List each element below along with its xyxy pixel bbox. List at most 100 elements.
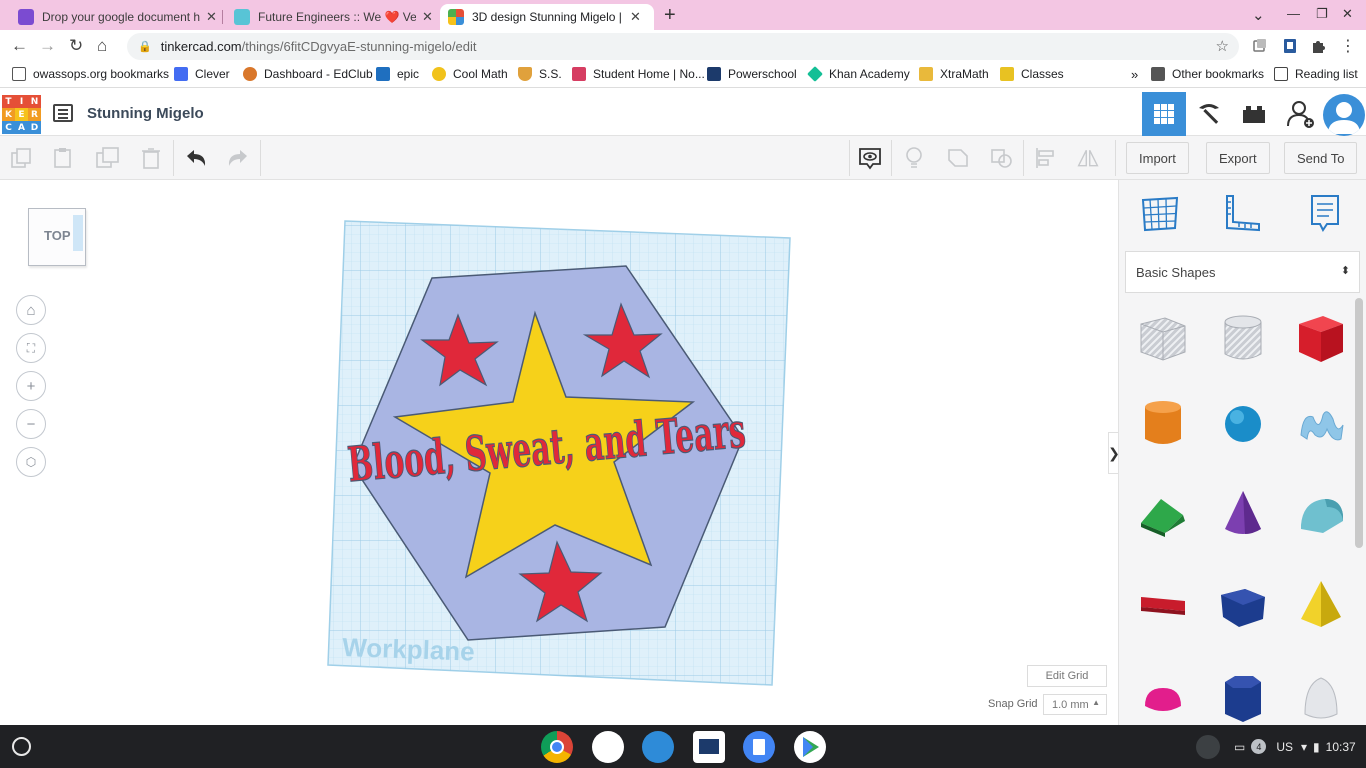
- puzzle-extensions-icon[interactable]: [1310, 38, 1326, 54]
- tab-title: Future Engineers :: We ❤️ Veterans: [258, 10, 416, 24]
- copy-icon[interactable]: [9, 146, 33, 170]
- play-store-icon[interactable]: [794, 731, 826, 763]
- logo-letter: D: [28, 121, 41, 134]
- bookmark-epic[interactable]: epic: [376, 67, 419, 81]
- address-bar[interactable]: 🔒 tinkercad.com/things/6fitCDgvyaE-stunn…: [127, 33, 1239, 60]
- phone-hub-icon[interactable]: [1196, 734, 1220, 759]
- 3d-design-view-button[interactable]: [1142, 92, 1186, 136]
- ruler-tool-icon[interactable]: [1219, 192, 1263, 236]
- redo-icon[interactable]: [226, 146, 250, 170]
- bookmark-star-icon[interactable]: ☆: [1216, 37, 1229, 55]
- design-title[interactable]: Stunning Migelo: [87, 105, 204, 122]
- ungroup-icon[interactable]: [990, 146, 1014, 170]
- bookmark-edclub[interactable]: Dashboard - EdClub: [243, 67, 373, 81]
- mirror-icon[interactable]: [1076, 146, 1100, 170]
- chrome-menu-icon[interactable]: ⋮: [1340, 36, 1356, 56]
- tab-future-engineers[interactable]: Future Engineers :: We ❤️ Veterans ✕: [226, 4, 441, 30]
- bookmark-ss[interactable]: S.S.: [518, 67, 562, 81]
- extension-icon[interactable]: [1252, 38, 1268, 54]
- panel-scrollbar[interactable]: [1355, 298, 1363, 548]
- round-roof-shape[interactable]: [1293, 485, 1349, 541]
- avatar[interactable]: [1323, 94, 1365, 136]
- align-icon[interactable]: [1034, 146, 1058, 170]
- close-icon[interactable]: ✕: [630, 9, 641, 25]
- bookmark-cool-math[interactable]: Cool Math: [432, 67, 508, 81]
- app-icon[interactable]: [592, 731, 624, 763]
- epic-icon: [376, 67, 390, 81]
- group-icon[interactable]: [946, 146, 970, 170]
- status-area[interactable]: ▭ 4 US ▾ ▮ 10:37: [1196, 731, 1356, 762]
- eye-app-icon[interactable]: [642, 731, 674, 763]
- bookmark-label: S.S.: [539, 67, 562, 81]
- export-button[interactable]: Export: [1206, 142, 1270, 174]
- cylinder-hole-shape[interactable]: [1215, 310, 1271, 366]
- google-docs-icon[interactable]: [743, 731, 775, 763]
- home-icon[interactable]: ⌂: [97, 36, 107, 56]
- blocks-view-button[interactable]: [1187, 92, 1231, 136]
- bookmark-label: Clever: [195, 67, 230, 81]
- design-list-icon[interactable]: [53, 104, 73, 122]
- app-icon[interactable]: [693, 731, 725, 763]
- box-hole-shape[interactable]: [1135, 310, 1191, 366]
- new-tab-button[interactable]: +: [664, 4, 676, 27]
- send-to-button[interactable]: Send To: [1284, 142, 1358, 174]
- sphere-shape[interactable]: [1215, 395, 1271, 451]
- import-button[interactable]: Import: [1126, 142, 1189, 174]
- close-window-button[interactable]: ✕: [1342, 6, 1353, 22]
- roof-shape[interactable]: [1135, 485, 1191, 541]
- add-user-button[interactable]: [1279, 92, 1323, 136]
- duplicate-icon[interactable]: [96, 146, 120, 170]
- bookmark-student-home[interactable]: Student Home | No...: [572, 67, 705, 81]
- paste-icon[interactable]: [51, 146, 75, 170]
- forward-arrow-icon[interactable]: →: [39, 36, 56, 56]
- launcher-button[interactable]: [12, 737, 31, 756]
- bookmark-classes[interactable]: Classes: [1000, 67, 1064, 81]
- workplane-tool-icon[interactable]: [1139, 192, 1183, 236]
- tab-drop-document[interactable]: Drop your google document here ✕: [10, 4, 225, 30]
- close-icon[interactable]: ✕: [206, 9, 217, 25]
- scribble-shape[interactable]: [1293, 395, 1349, 451]
- notes-tool-icon[interactable]: [1303, 192, 1347, 236]
- minimize-button[interactable]: —: [1287, 6, 1300, 21]
- bookmark-khan-academy[interactable]: Khan Academy: [807, 66, 910, 82]
- bookmark-owassops[interactable]: owassops.org bookmarks: [12, 67, 169, 81]
- polygon-shape[interactable]: [1215, 575, 1271, 631]
- reload-icon[interactable]: ↻: [69, 36, 83, 56]
- half-sphere-shape[interactable]: [1135, 670, 1191, 725]
- trash-icon[interactable]: [139, 146, 163, 170]
- bookmark-xtramath[interactable]: XtraMath: [919, 67, 989, 81]
- snap-grid-select[interactable]: 1.0 mm ▲: [1043, 694, 1107, 715]
- tab-tinkercad[interactable]: 3D design Stunning Migelo | Tinkercad ✕: [440, 4, 654, 30]
- pyramid-shape[interactable]: [1293, 575, 1349, 631]
- reading-list[interactable]: Reading list: [1274, 67, 1358, 81]
- box-shape[interactable]: [1293, 310, 1349, 366]
- cone-shape[interactable]: [1215, 485, 1271, 541]
- tab-search-icon[interactable]: ⌄: [1252, 6, 1265, 24]
- shape-category-select[interactable]: Basic Shapes ⬍: [1125, 251, 1360, 293]
- bookmarks-overflow-button[interactable]: »: [1131, 67, 1138, 82]
- workplane-viewport[interactable]: TOP ⌂ ⛶ + − ⬡ Workplane Blood, Sweat, an…: [0, 180, 1120, 725]
- lightbulb-icon[interactable]: [902, 146, 926, 170]
- bookmark-clever[interactable]: Clever: [174, 67, 230, 81]
- cylinder-shape[interactable]: [1135, 395, 1191, 451]
- other-bookmarks[interactable]: Other bookmarks: [1151, 67, 1264, 81]
- extension-icon[interactable]: [1282, 38, 1298, 54]
- tinkercad-logo[interactable]: T I N K E R C A D: [2, 95, 41, 134]
- close-icon[interactable]: ✕: [422, 9, 433, 25]
- back-arrow-icon[interactable]: ←: [11, 36, 28, 56]
- chrome-app-icon[interactable]: [541, 731, 573, 763]
- workplane-scene[interactable]: Workplane Blood, Sweat, and Tears: [0, 180, 1118, 725]
- restore-button[interactable]: ❐: [1316, 6, 1328, 22]
- text-shape[interactable]: [1135, 575, 1191, 631]
- bookmark-powerschool[interactable]: Powerschool: [707, 67, 797, 81]
- hexagonal-prism-shape[interactable]: [1215, 670, 1271, 725]
- show-all-icon[interactable]: [858, 146, 882, 170]
- edit-grid-button[interactable]: Edit Grid: [1027, 665, 1107, 687]
- logo-letter: K: [2, 108, 15, 121]
- bricks-view-button[interactable]: [1232, 92, 1276, 136]
- bookmark-label: Khan Academy: [829, 67, 910, 81]
- logo-letter: E: [15, 108, 28, 121]
- bookmark-label: Reading list: [1295, 67, 1358, 81]
- undo-icon[interactable]: [184, 146, 208, 170]
- paraboloid-shape[interactable]: [1293, 670, 1349, 725]
